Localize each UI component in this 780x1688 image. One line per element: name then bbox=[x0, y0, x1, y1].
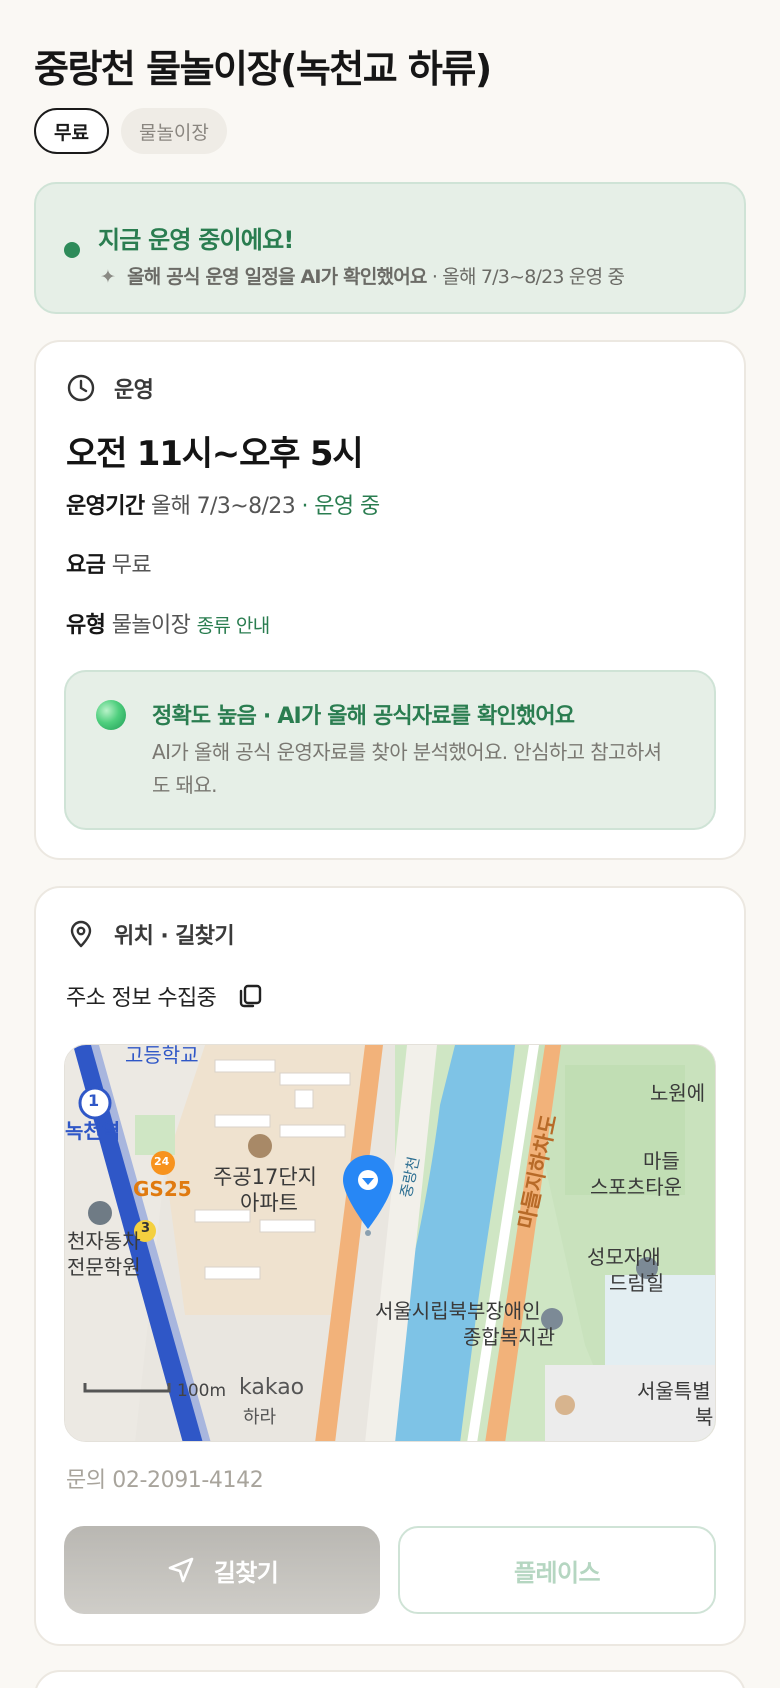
page-title: 중랑천 물놀이장(녹천교 하류) bbox=[34, 47, 492, 91]
map-scale-label: 100m bbox=[177, 1381, 227, 1401]
next-card-partial bbox=[34, 1670, 746, 1688]
operation-header: 운영 bbox=[66, 372, 154, 404]
location-map[interactable]: 고등학교 1 녹천역 24 GS25 주공17단지 아파트 중랑천 마들지하차도… bbox=[64, 1044, 716, 1442]
accuracy-notice: 정확도 높음 · AI가 올해 공식자료를 확인했어요 AI가 올해 공식 운영… bbox=[64, 670, 716, 830]
map-label-welfare-2: 종합복지관 bbox=[463, 1325, 555, 1349]
type-guide-link[interactable]: 종류 안내 bbox=[197, 615, 271, 637]
map-label-driving-school-1: 천자동차 bbox=[67, 1229, 141, 1253]
period-status: · 운영 중 bbox=[295, 494, 380, 519]
status-sub-rest: · 올해 7/3~8/23 운영 중 bbox=[426, 266, 625, 288]
sparkle-icon: ✦ bbox=[100, 266, 116, 288]
map-label-gs25[interactable]: GS25 bbox=[133, 1177, 192, 1201]
accuracy-body: AI가 올해 공식 운영자료를 찾아 분석했어요. 안심하고 참고하셔도 돼요. bbox=[152, 740, 662, 797]
map-label-seoul-1: 서울특별 bbox=[637, 1379, 711, 1403]
directions-button[interactable]: 길찾기 bbox=[64, 1526, 380, 1614]
map-kakao-logo: kakao bbox=[239, 1375, 305, 1400]
map-station-number: 1 bbox=[88, 1091, 100, 1110]
status-dot bbox=[64, 242, 80, 258]
map-label-seoul-2: 북 bbox=[695, 1405, 714, 1429]
type-label: 유형 bbox=[66, 613, 106, 638]
copy-icon[interactable] bbox=[236, 982, 264, 1010]
address-row: 주소 정보 수집중 bbox=[66, 980, 264, 1012]
map-label-station[interactable]: 녹천역 bbox=[65, 1115, 120, 1144]
location-card: 위치 · 길찾기 주소 정보 수집중 고등학교 1 녹천역 24 GS25 주공… bbox=[34, 886, 746, 1646]
address-text: 주소 정보 수집중 bbox=[66, 986, 217, 1011]
map-label-noone: 노원에 bbox=[650, 1081, 706, 1105]
operating-hours: 오전 11시~오후 5시 bbox=[66, 434, 364, 474]
status-headline: 지금 운영 중이에요! bbox=[98, 226, 294, 254]
type-row: 유형 물놀이장 종류 안내 bbox=[66, 607, 270, 639]
map-label-seongmo-2: 드림힐 bbox=[609, 1271, 665, 1295]
map-label-apt-2: 아파트 bbox=[240, 1191, 298, 1215]
chip-free[interactable]: 무료 bbox=[34, 108, 109, 154]
fee-label: 요금 bbox=[66, 553, 106, 578]
map-bus-number: 3 bbox=[141, 1221, 151, 1236]
map-label-madeul-1: 마들 bbox=[643, 1149, 680, 1173]
map-label-madeul-2: 스포츠타운 bbox=[590, 1175, 682, 1199]
directions-button-label: 길찾기 bbox=[213, 1558, 279, 1587]
operation-section-label: 운영 bbox=[114, 378, 154, 403]
map-label-welfare-1: 서울시립북부장애인 bbox=[375, 1299, 541, 1323]
navigation-arrow-icon bbox=[168, 1557, 194, 1583]
map-pin-icon bbox=[70, 920, 92, 948]
operating-status-banner: 지금 운영 중이에요! ✦ 올해 공식 운영 일정을 AI가 확인했어요 · 올해… bbox=[34, 182, 746, 314]
contact-phone[interactable]: 문의 02-2091-4142 bbox=[66, 1462, 264, 1494]
period-label: 운영기간 bbox=[66, 494, 145, 519]
place-button[interactable]: 플레이스 bbox=[398, 1526, 716, 1614]
chip-category[interactable]: 물놀이장 bbox=[120, 108, 227, 154]
period-row: 운영기간 올해 7/3~8/23 · 운영 중 bbox=[66, 488, 380, 520]
map-label-seongmo-1: 성모자애 bbox=[587, 1245, 661, 1269]
accuracy-orb-icon bbox=[96, 700, 126, 730]
map-label-school: 고등학교 bbox=[125, 1044, 199, 1067]
map-label-driving-school-2: 전문학원 bbox=[67, 1255, 141, 1279]
period-value: 올해 7/3~8/23 bbox=[150, 494, 296, 519]
fee-row: 요금 무료 bbox=[66, 547, 152, 579]
fee-value: 무료 bbox=[111, 553, 152, 578]
status-subline: ✦ 올해 공식 운영 일정을 AI가 확인했어요 · 올해 7/3~8/23 운영… bbox=[100, 262, 625, 289]
location-header: 위치 · 길찾기 bbox=[66, 918, 235, 950]
tag-chips: 무료 물놀이장 bbox=[34, 108, 227, 154]
operation-card: 운영 오전 11시~오후 5시 운영기간 올해 7/3~8/23 · 운영 중 … bbox=[34, 340, 746, 860]
clock-icon bbox=[67, 374, 95, 402]
map-gs-badge: 24 bbox=[154, 1155, 170, 1168]
map-label-bottom: 하라 bbox=[243, 1407, 277, 1428]
location-section-label: 위치 · 길찾기 bbox=[114, 924, 235, 949]
status-sub-bold: 올해 공식 운영 일정을 AI가 확인했어요 bbox=[127, 266, 427, 288]
accuracy-heading: 정확도 높음 · AI가 올해 공식자료를 확인했어요 bbox=[152, 704, 575, 729]
type-value: 물놀이장 bbox=[111, 613, 191, 638]
